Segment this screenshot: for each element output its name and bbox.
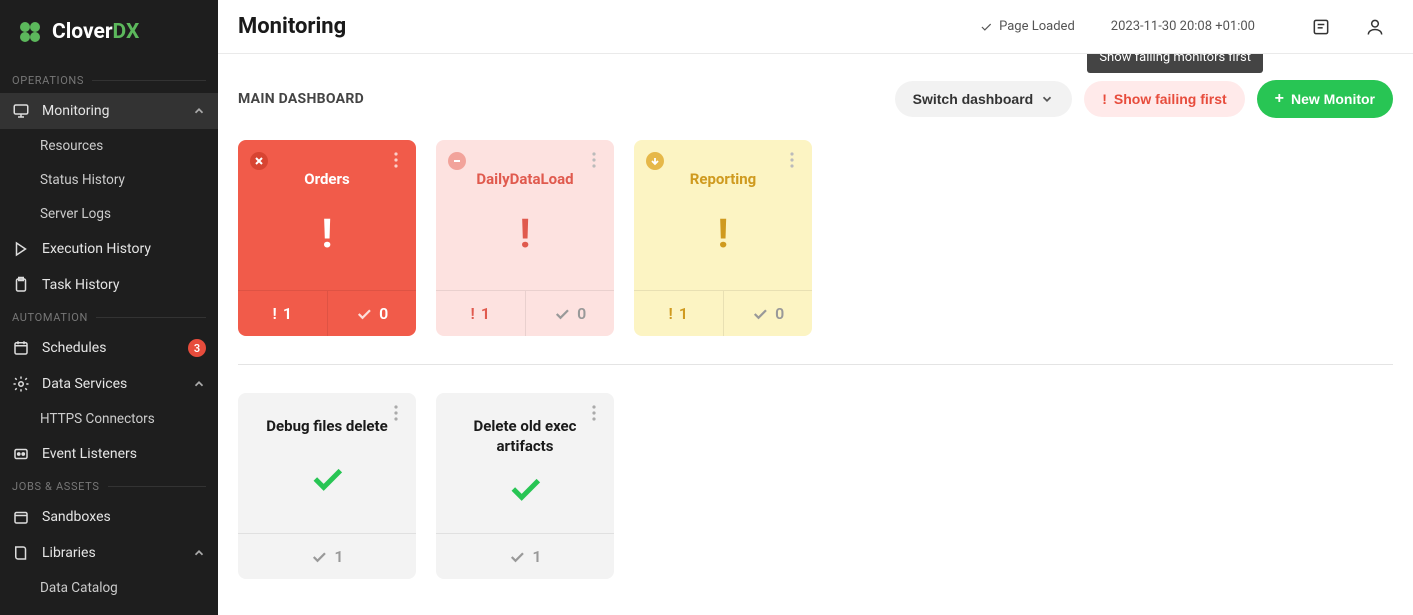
- check-icon: [505, 456, 545, 521]
- sidebar-item-libraries[interactable]: Libraries: [0, 535, 218, 571]
- dashboard-title: MAIN DASHBOARD: [238, 91, 364, 107]
- monitor-card-debug-files-delete[interactable]: Debug files delete 1: [238, 393, 416, 579]
- timestamp: 2023-11-30 20:08 +01:00: [1111, 19, 1255, 34]
- sidebar-item-execution-history[interactable]: Execution History: [0, 231, 218, 267]
- sidebar-item-data-services[interactable]: Data Services: [0, 366, 218, 402]
- exclaim-icon: !: [273, 304, 277, 323]
- alert-icon: !: [718, 190, 729, 279]
- clover-icon: [16, 18, 44, 46]
- cards-row-ok: Debug files delete 1 Delete old exec art…: [238, 393, 1393, 579]
- more-icon[interactable]: [584, 403, 604, 423]
- page-status: Page Loaded: [979, 19, 1075, 34]
- down-arrow-status-icon: [646, 152, 664, 170]
- clipboard-icon: [12, 276, 30, 294]
- minus-status-icon: [448, 152, 466, 170]
- check-icon: [553, 305, 571, 323]
- check-icon: [979, 20, 993, 34]
- calendar-icon: [12, 339, 30, 357]
- content: Show failing monitors first MAIN DASHBOA…: [218, 54, 1413, 615]
- event-icon: [12, 445, 30, 463]
- brand-text: CloverDX: [52, 20, 139, 44]
- exclaim-icon: !: [669, 304, 673, 323]
- main-area: Monitoring Page Loaded 2023-11-30 20:08 …: [218, 0, 1413, 615]
- exclaim-icon: !: [471, 304, 475, 323]
- box-icon: [12, 508, 30, 526]
- row-divider: [238, 364, 1393, 365]
- cards-row-failing: Orders ! !1 0 DailyDataLoad ! !1 0: [238, 140, 1393, 336]
- sidebar-item-schedules[interactable]: Schedules 3: [0, 330, 218, 366]
- more-icon[interactable]: [386, 150, 406, 170]
- tooltip-failing: Show failing monitors first: [1087, 54, 1263, 73]
- sidebar-item-monitoring[interactable]: Monitoring: [0, 93, 218, 129]
- show-failing-button[interactable]: ! Show failing first: [1084, 81, 1244, 117]
- chevron-down-icon: [1040, 92, 1054, 106]
- sidebar-item-resources[interactable]: Resources: [0, 129, 218, 163]
- check-icon: [307, 437, 347, 522]
- more-icon[interactable]: [386, 403, 406, 423]
- sidebar-item-sandboxes[interactable]: Sandboxes: [0, 499, 218, 535]
- alert-icon: !: [322, 190, 333, 279]
- switch-dashboard-button[interactable]: Switch dashboard: [895, 81, 1073, 117]
- notes-icon[interactable]: [1311, 17, 1331, 37]
- sidebar-item-server-logs[interactable]: Server Logs: [0, 197, 218, 231]
- brand-logo[interactable]: CloverDX: [0, 0, 218, 66]
- new-monitor-button[interactable]: + New Monitor: [1257, 80, 1393, 118]
- user-icon[interactable]: [1365, 17, 1385, 37]
- monitor-card-orders[interactable]: Orders ! !1 0: [238, 140, 416, 336]
- gear-icon: [12, 375, 30, 393]
- exclaim-icon: !: [1102, 91, 1107, 107]
- page-title: Monitoring: [238, 14, 963, 39]
- schedules-badge: 3: [188, 339, 206, 357]
- plus-icon: +: [1275, 90, 1284, 108]
- monitor-card-delete-old-exec[interactable]: Delete old exec artifacts 1: [436, 393, 614, 579]
- more-icon[interactable]: [584, 150, 604, 170]
- monitor-card-reporting[interactable]: Reporting ! !1 0: [634, 140, 812, 336]
- check-icon: [310, 548, 328, 566]
- sidebar-item-event-listeners[interactable]: Event Listeners: [0, 436, 218, 472]
- book-icon: [12, 544, 30, 562]
- sidebar-item-task-history[interactable]: Task History: [0, 267, 218, 303]
- check-icon: [508, 548, 526, 566]
- content-head: Show failing monitors first MAIN DASHBOA…: [238, 80, 1393, 118]
- sidebar-item-status-history[interactable]: Status History: [0, 163, 218, 197]
- check-icon: [355, 305, 373, 323]
- x-status-icon: [250, 152, 268, 170]
- sidebar-item-https-connectors[interactable]: HTTPS Connectors: [0, 402, 218, 436]
- check-icon: [751, 305, 769, 323]
- section-operations: OPERATIONS: [0, 66, 218, 93]
- play-icon: [12, 240, 30, 258]
- section-jobs-assets: JOBS & ASSETS: [0, 472, 218, 499]
- chevron-up-icon: [192, 546, 206, 560]
- more-icon[interactable]: [782, 150, 802, 170]
- chevron-up-icon: [192, 377, 206, 391]
- sidebar: CloverDX OPERATIONS Monitoring Resources…: [0, 0, 218, 615]
- sidebar-item-data-catalog[interactable]: Data Catalog: [0, 571, 218, 605]
- monitor-card-dailydataload[interactable]: DailyDataLoad ! !1 0: [436, 140, 614, 336]
- chevron-up-icon: [192, 104, 206, 118]
- section-automation: AUTOMATION: [0, 303, 218, 330]
- alert-icon: !: [520, 190, 531, 279]
- monitor-icon: [12, 102, 30, 120]
- header: Monitoring Page Loaded 2023-11-30 20:08 …: [218, 0, 1413, 54]
